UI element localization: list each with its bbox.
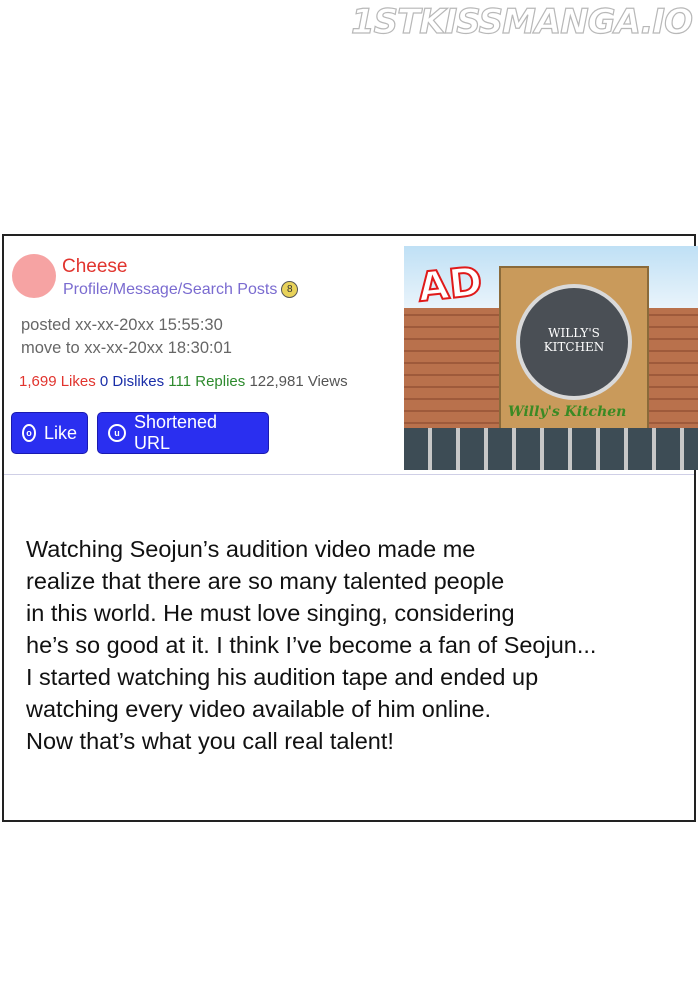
username[interactable]: Cheese <box>62 256 128 278</box>
views-count: 122,981 Views <box>249 373 348 390</box>
post-panel: Cheese Profile/Message/Search Posts 8 pos… <box>2 234 698 822</box>
ad-logo: WILLY'S KITCHEN <box>516 284 632 400</box>
body-line: I started watching his audition tape and… <box>26 664 539 690</box>
body-line: Watching Seojun’s audition video made me <box>26 536 476 562</box>
posted-date: posted xx-xx-20xx 15:55:30 <box>21 316 223 334</box>
like-icon: o <box>22 424 36 442</box>
shortened-url-label: Shortened URL <box>133 412 218 453</box>
body-line: in this world. He must love singing, con… <box>26 600 515 626</box>
dislikes-count: 0 Dislikes <box>99 373 165 390</box>
shortened-url-button[interactable]: u Shortened URL <box>97 412 269 454</box>
like-button-label: Like <box>43 422 77 443</box>
replies-count: 111 Replies <box>168 373 246 390</box>
likes-count: 1,699 Likes <box>19 373 96 390</box>
profile-links[interactable]: Profile/Message/Search Posts 8 <box>63 281 299 299</box>
avatar[interactable] <box>12 254 56 298</box>
like-button[interactable]: o Like <box>11 412 88 454</box>
url-icon: u <box>108 424 126 442</box>
post-stats: 1,699 Likes 0 Dislikes 111 Replies 122,9… <box>19 373 348 390</box>
ad-script-text: Willy's Kitchen <box>508 404 627 420</box>
post-body: Watching Seojun’s audition video made me… <box>26 533 686 757</box>
watermark: 1STKISSMANGA.IO <box>350 1 693 42</box>
post-header: Cheese Profile/Message/Search Posts 8 pos… <box>4 236 698 475</box>
body-line: realize that there are so many talented … <box>26 568 505 594</box>
moved-date: move to xx-xx-20xx 18:30:01 <box>21 339 232 357</box>
ad-tag: AD <box>415 258 486 312</box>
level-badge-icon: 8 <box>281 281 299 299</box>
body-line: he’s so good at it. I think I’ve become … <box>26 632 597 658</box>
body-line: Now that’s what you call real talent! <box>26 728 394 754</box>
ad-storefront-windows <box>404 428 698 470</box>
ad-logo-text: WILLY'S KITCHEN <box>543 326 605 354</box>
profile-links-label[interactable]: Profile/Message/Search Posts <box>63 281 277 298</box>
ad-banner[interactable]: WILLY'S KITCHEN Willy's Kitchen AD <box>404 246 698 470</box>
body-line: watching every video available of him on… <box>26 696 492 722</box>
